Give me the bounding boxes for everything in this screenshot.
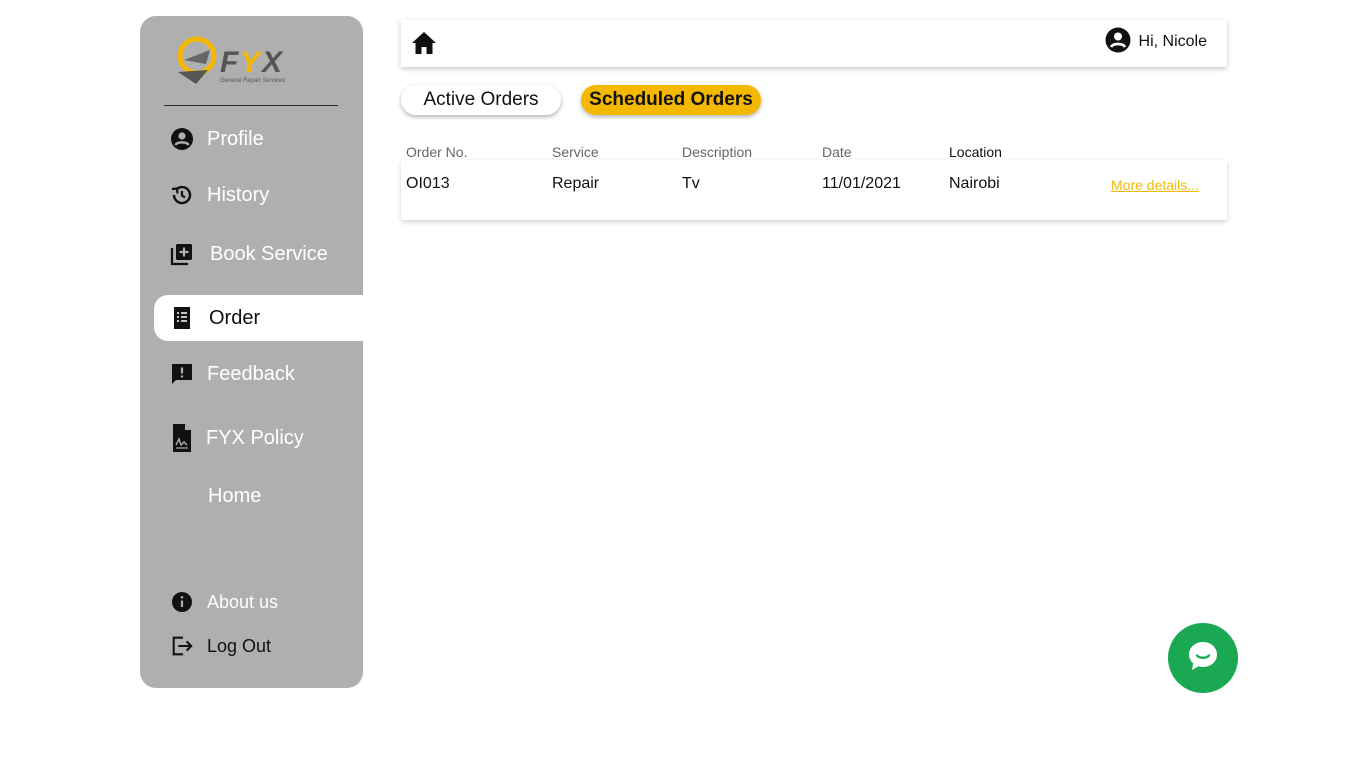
history-icon bbox=[170, 183, 194, 207]
info-icon bbox=[170, 590, 194, 614]
column-header-date: Date bbox=[822, 144, 852, 160]
sidebar-item-label: FYX Policy bbox=[206, 426, 304, 449]
column-header-order-no: Order No. bbox=[406, 144, 468, 160]
fyx-logo[interactable]: F Y X General Repair Services bbox=[170, 32, 300, 90]
sidebar-item-label: Home bbox=[208, 484, 262, 507]
logo-divider bbox=[164, 105, 338, 106]
sidebar-item-book-service[interactable]: Book Service bbox=[140, 231, 363, 277]
column-header-service: Service bbox=[552, 144, 599, 160]
sidebar-item-label: Book Service bbox=[210, 242, 328, 265]
feedback-icon bbox=[170, 362, 194, 386]
user-greeting: Hi, Nicole bbox=[1138, 33, 1207, 50]
svg-text:General Repair Services: General Repair Services bbox=[220, 78, 285, 84]
table-row: OI013 Repair Tv 11/01/2021 Nairobi More … bbox=[401, 160, 1227, 220]
sidebar-item-label: Feedback bbox=[207, 362, 295, 385]
user-menu[interactable]: Hi, Nicole bbox=[1105, 27, 1207, 57]
sidebar: F Y X General Repair Services Profile Hi… bbox=[140, 16, 363, 688]
logout-icon bbox=[170, 634, 194, 658]
sidebar-item-label: About us bbox=[207, 591, 279, 612]
sidebar-item-log-out[interactable]: Log Out bbox=[140, 623, 363, 669]
sidebar-item-order[interactable]: Order bbox=[154, 295, 363, 341]
tab-active-orders[interactable]: Active Orders bbox=[401, 85, 561, 115]
column-header-location: Location bbox=[949, 144, 1002, 160]
sidebar-item-label: Order bbox=[209, 306, 261, 329]
receipt-icon bbox=[170, 306, 194, 330]
sidebar-item-fyx-policy[interactable]: FYX Policy bbox=[140, 415, 363, 461]
policy-document-icon bbox=[170, 424, 194, 452]
cell-description: Tv bbox=[682, 175, 700, 192]
cell-location: Nairobi bbox=[949, 175, 1000, 192]
sidebar-item-profile[interactable]: Profile bbox=[140, 116, 363, 162]
sidebar-item-label: Profile bbox=[207, 127, 264, 150]
svg-text:F: F bbox=[220, 46, 239, 79]
account-circle-icon bbox=[1105, 27, 1131, 58]
svg-text:X: X bbox=[260, 46, 284, 79]
cell-order-no: OI013 bbox=[406, 175, 450, 192]
more-details-link[interactable]: More details... bbox=[1111, 177, 1199, 193]
sidebar-item-label: Log Out bbox=[207, 635, 272, 656]
account-circle-icon bbox=[170, 127, 194, 151]
sidebar-item-home[interactable]: Home bbox=[140, 473, 363, 519]
home-icon[interactable] bbox=[411, 30, 437, 56]
top-bar: Hi, Nicole bbox=[401, 20, 1227, 67]
cell-service: Repair bbox=[552, 175, 600, 192]
cell-date: 11/01/2021 bbox=[822, 175, 901, 192]
sidebar-item-history[interactable]: History bbox=[140, 172, 363, 218]
column-header-description: Description bbox=[682, 144, 753, 160]
sidebar-item-label: History bbox=[207, 183, 270, 206]
chat-button[interactable] bbox=[1168, 623, 1238, 693]
library-add-icon bbox=[170, 242, 194, 266]
chat-bubble-icon bbox=[1186, 639, 1220, 678]
tab-scheduled-orders[interactable]: Scheduled Orders bbox=[581, 85, 761, 115]
svg-text:Y: Y bbox=[240, 46, 263, 79]
sidebar-item-feedback[interactable]: Feedback bbox=[140, 351, 363, 397]
sidebar-item-about-us[interactable]: About us bbox=[140, 579, 363, 625]
